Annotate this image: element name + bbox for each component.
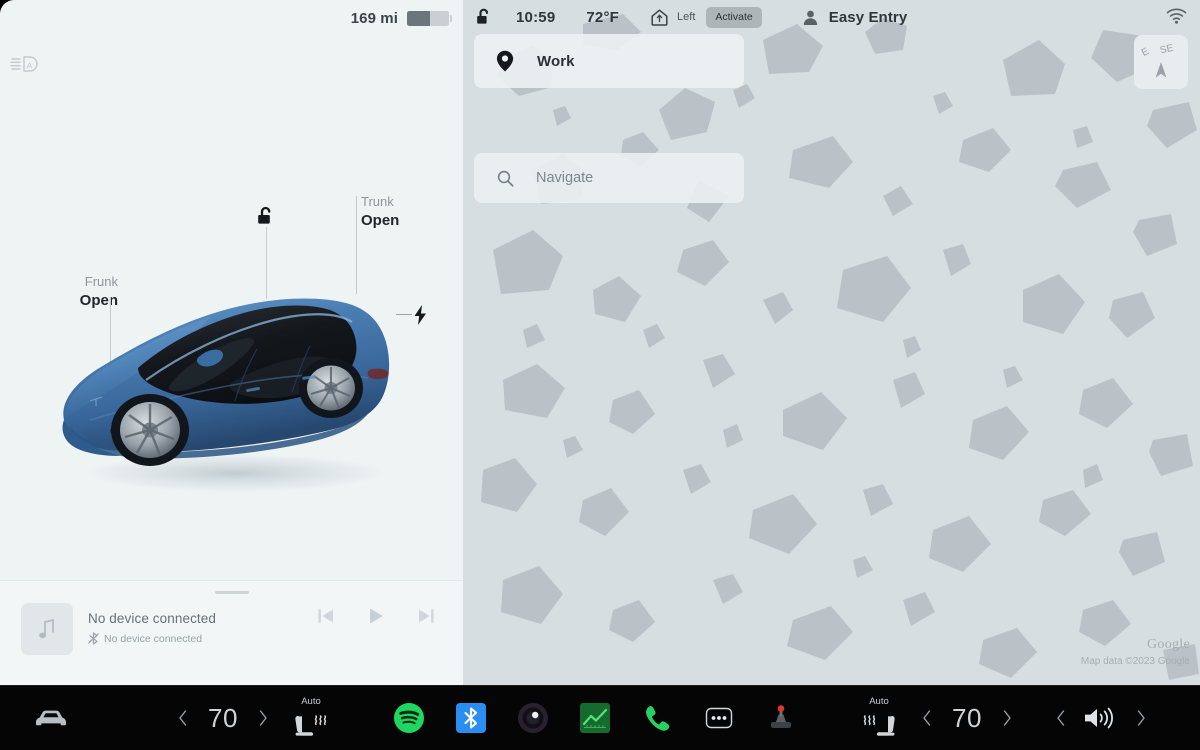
right-seat-heater-button[interactable]: Auto <box>856 696 902 740</box>
right-seat-auto-label: Auto <box>869 696 889 707</box>
left-temp-decrease-button[interactable] <box>174 707 192 729</box>
map-copyright: Map data ©2023 Google <box>1080 656 1190 667</box>
tesla-touchscreen: 169 mi A Frunk Open Trunk Open No device… <box>0 0 1200 750</box>
wifi-icon[interactable] <box>1166 8 1187 24</box>
play-button[interactable] <box>365 605 387 627</box>
volume-decrease-button[interactable] <box>1052 707 1070 729</box>
previous-track-button[interactable] <box>315 605 337 627</box>
trunk-state: Open <box>361 212 400 229</box>
left-seat-heater-button[interactable]: Auto <box>288 696 334 740</box>
bluetooth-icon <box>88 632 99 645</box>
unlocked-padlock-icon[interactable] <box>475 8 492 27</box>
energy-app-icon[interactable] <box>564 703 626 733</box>
activate-button[interactable]: Activate <box>706 6 762 28</box>
media-subtitle: No device connected <box>104 632 203 645</box>
album-art-placeholder <box>21 603 73 655</box>
map-status-bar: 10:59 72°F Left Activate Easy Entry <box>463 0 1200 34</box>
music-note-icon <box>39 618 54 639</box>
volume-increase-button[interactable] <box>1132 707 1150 729</box>
next-track-button[interactable] <box>415 605 437 627</box>
right-climate-control: 70 <box>918 703 1016 734</box>
person-icon[interactable] <box>802 9 819 26</box>
right-temp-decrease-button[interactable] <box>918 707 936 729</box>
camera-app-icon[interactable] <box>502 702 564 734</box>
unlocked-padlock-icon[interactable] <box>255 206 277 228</box>
outside-temperature[interactable]: 72°F <box>586 9 619 26</box>
north-arrow-icon <box>1155 62 1167 78</box>
vehicle-visualization[interactable]: Frunk Open Trunk Open <box>0 0 463 585</box>
destination-label: Work <box>537 52 575 70</box>
clock: 10:59 <box>516 8 556 26</box>
navigate-search-bar[interactable]: Navigate <box>474 153 744 203</box>
right-temp-increase-button[interactable] <box>998 707 1016 729</box>
left-seat-auto-label: Auto <box>301 696 321 707</box>
home-icon[interactable] <box>650 8 669 27</box>
left-temp-increase-button[interactable] <box>254 707 272 729</box>
google-logo: Google <box>1146 637 1190 652</box>
map-compass-control[interactable]: E SE <box>1134 35 1188 89</box>
car-icon[interactable] <box>34 707 68 729</box>
compass-label-east: E <box>1139 46 1151 59</box>
bluetooth-app-icon[interactable] <box>440 703 502 733</box>
driver-profile-name[interactable]: Easy Entry <box>829 9 908 26</box>
map-pin-icon <box>496 50 514 72</box>
media-info: No device connected No device connected <box>88 611 216 645</box>
volume-control <box>1052 705 1150 731</box>
volume-icon[interactable] <box>1070 705 1132 731</box>
vehicle-status-panel: 169 mi A Frunk Open Trunk Open No device… <box>0 0 463 685</box>
more-apps-icon[interactable] <box>688 703 750 733</box>
home-side-label: Left <box>677 11 696 23</box>
seat-heater-icon <box>863 715 895 736</box>
left-climate-control: 70 <box>174 703 272 734</box>
left-temperature-value[interactable]: 70 <box>192 703 254 734</box>
toybox-app-icon[interactable] <box>750 702 812 734</box>
search-icon <box>497 170 514 187</box>
bottom-taskbar: 70 Auto Auto 70 <box>0 685 1200 750</box>
trunk-callout[interactable]: Trunk Open <box>361 194 431 230</box>
map-terrain-blobs <box>481 14 1199 680</box>
media-drag-handle[interactable] <box>214 591 249 594</box>
compass-label-southeast: SE <box>1159 42 1175 57</box>
phone-app-icon[interactable] <box>626 703 688 733</box>
app-launcher-icons <box>378 702 812 734</box>
model3-car-illustration <box>62 298 390 492</box>
destination-card-work[interactable]: Work <box>474 34 744 88</box>
trunk-label: Trunk <box>361 194 394 209</box>
media-title: No device connected <box>88 611 216 626</box>
media-controls <box>315 605 437 627</box>
navigation-map-panel[interactable]: 10:59 72°F Left Activate Easy Entry Work… <box>463 0 1200 685</box>
spotify-app-icon[interactable] <box>378 702 440 734</box>
media-player-bar[interactable]: No device connected No device connected <box>0 580 463 685</box>
right-temperature-value[interactable]: 70 <box>936 703 998 734</box>
navigate-placeholder: Navigate <box>536 170 594 186</box>
map-attribution: Google Map data ©2023 Google <box>1081 637 1190 667</box>
seat-heater-icon <box>295 715 327 736</box>
